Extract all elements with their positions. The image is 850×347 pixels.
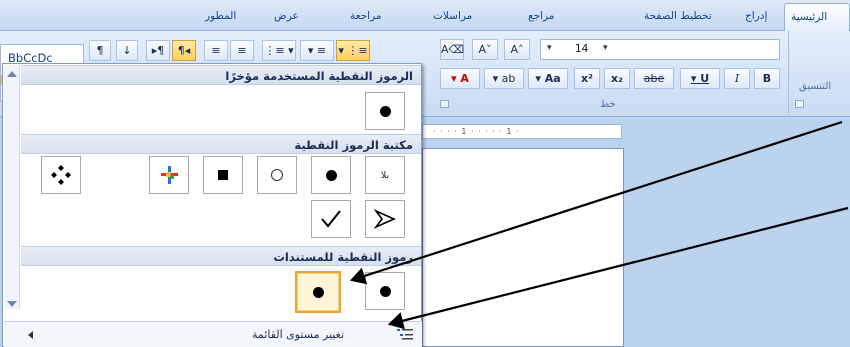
annotation-arrows <box>349 120 849 330</box>
annotation-arrow-to-bullet <box>349 120 843 285</box>
annotation-arrow-to-list-level <box>387 206 849 330</box>
